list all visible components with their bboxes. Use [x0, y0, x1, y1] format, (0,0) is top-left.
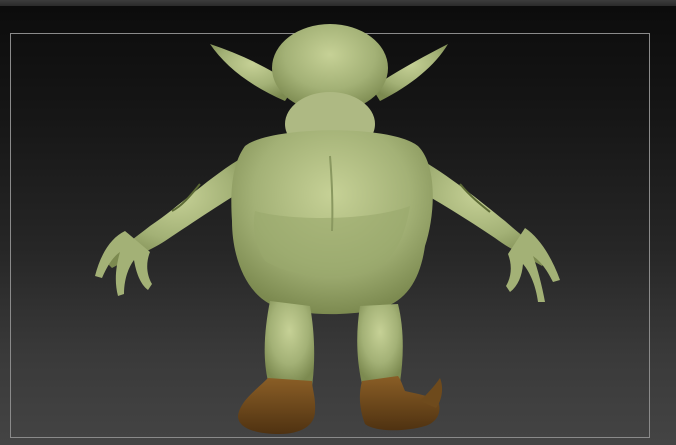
sculpt-app	[0, 0, 676, 445]
3d-viewport[interactable]	[0, 6, 676, 445]
goblin-model[interactable]	[0, 6, 676, 445]
right-leg	[357, 304, 403, 384]
left-boot	[238, 378, 316, 434]
left-leg	[264, 301, 315, 386]
